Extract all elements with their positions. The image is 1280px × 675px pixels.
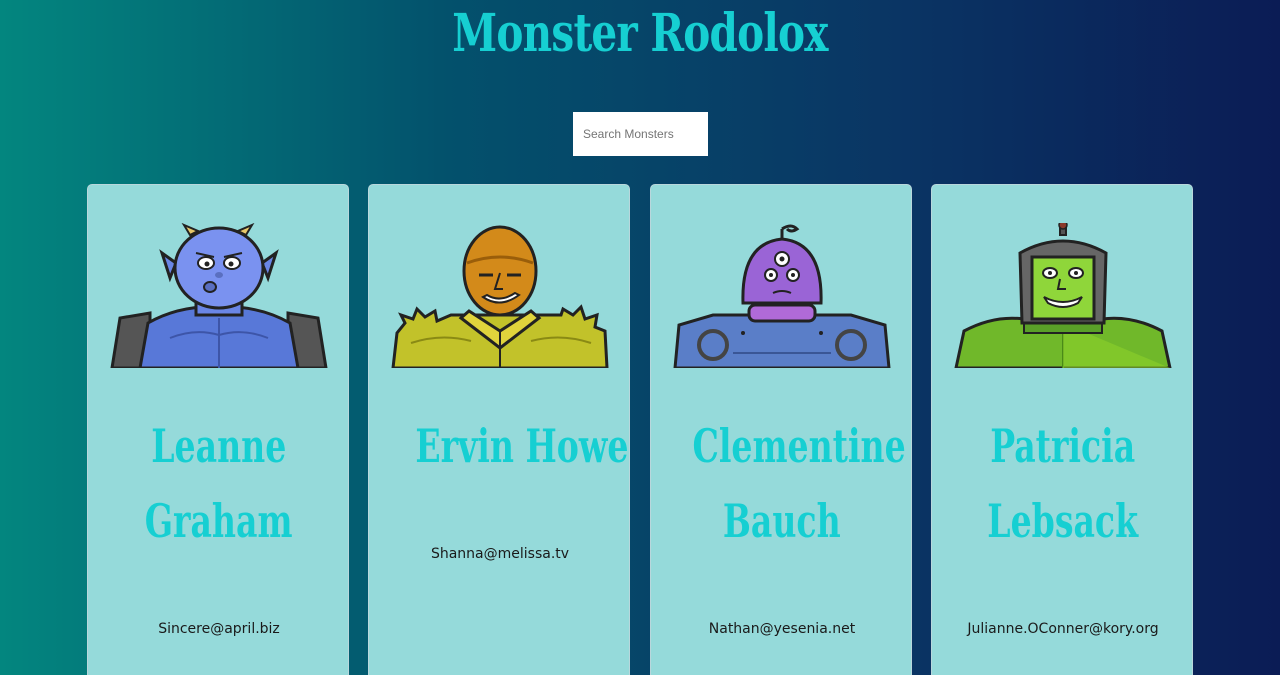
monster-name-line2: Bauch bbox=[723, 494, 841, 548]
monster-name: Leanne Graham bbox=[88, 409, 348, 559]
monster-card[interactable]: Leanne Graham Sincere@april.biz bbox=[87, 184, 349, 675]
monster-email: Shanna@melissa.tv bbox=[430, 546, 570, 562]
monster-card[interactable]: Patricia Lebsack Julianne.OConner@kory.o… bbox=[931, 184, 1193, 675]
page-title: Monster Rodolox bbox=[452, 3, 828, 64]
yellow-monster-avatar-icon bbox=[391, 225, 609, 368]
green-helmet-monster-avatar-icon bbox=[954, 223, 1172, 368]
monster-name: Clementine Bauch bbox=[651, 409, 911, 559]
purple-cyclops-monster-avatar-icon bbox=[673, 224, 891, 368]
monster-email: Sincere@april.biz bbox=[158, 621, 280, 637]
monster-name-line1: Clementine bbox=[692, 419, 906, 473]
monster-name-line1: Leanne bbox=[151, 419, 287, 473]
blue-monster-avatar-icon bbox=[110, 223, 328, 368]
monster-email: Nathan@yesenia.net bbox=[708, 621, 856, 637]
monster-name: Patricia Lebsack bbox=[932, 409, 1192, 559]
monster-card[interactable]: Ervin Howell Shanna@melissa.tv bbox=[368, 184, 630, 675]
monster-card[interactable]: Clementine Bauch Nathan@yesenia.net bbox=[650, 184, 912, 675]
monster-name-line2: Lebsack bbox=[987, 494, 1139, 548]
card-list: Leanne Graham Sincere@april.biz Ervin Ho… bbox=[87, 184, 1195, 675]
monster-name: Ervin Howell bbox=[369, 409, 630, 484]
monster-email: Julianne.OConner@kory.org bbox=[967, 621, 1159, 637]
search-input[interactable] bbox=[573, 112, 708, 156]
monster-name-line2: Graham bbox=[145, 494, 293, 548]
monster-name-line1: Patricia bbox=[990, 419, 1136, 473]
monster-name-line1: Ervin Howell bbox=[415, 419, 630, 473]
